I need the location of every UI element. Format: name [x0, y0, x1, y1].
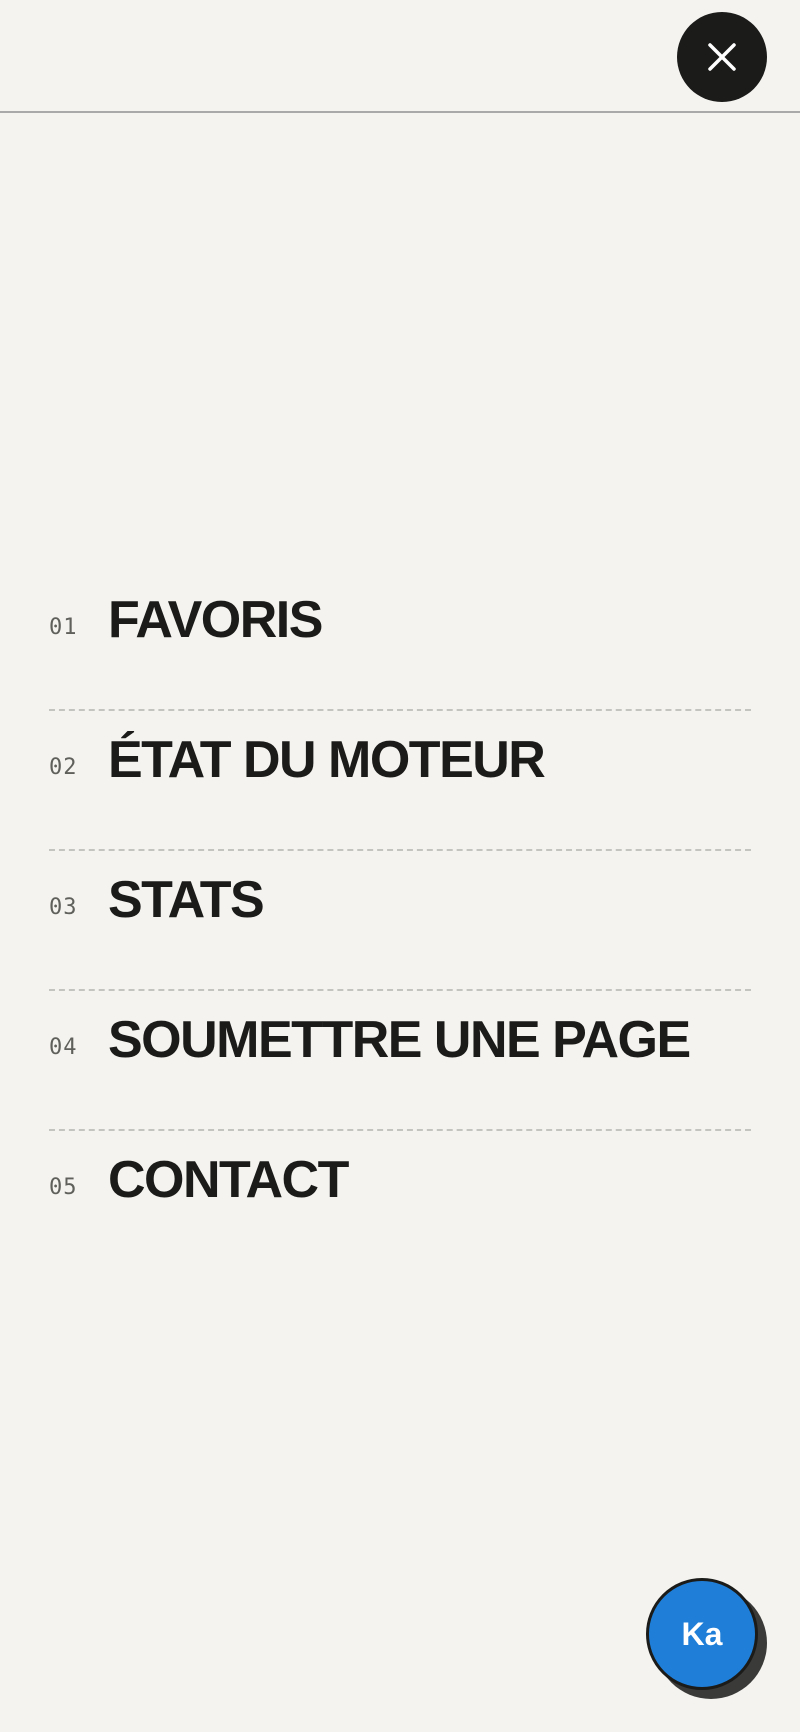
close-icon [708, 43, 736, 71]
menu-item-number: 05 [49, 1175, 78, 1200]
menu-item-number: 02 [49, 755, 78, 780]
menu-item-soumettre-une-page[interactable]: 04 SOUMETTRE UNE PAGE [49, 991, 751, 1131]
menu-item-label: ÉTAT DU MOTEUR [108, 731, 546, 789]
user-avatar-button[interactable]: Ka [646, 1578, 758, 1690]
menu-header [0, 0, 800, 113]
menu-item-label: CONTACT [108, 1151, 349, 1209]
avatar-initials: Ka [681, 1616, 723, 1652]
menu-item-stats[interactable]: 03 STATS [49, 851, 751, 991]
close-button[interactable] [677, 12, 767, 102]
menu-item-number: 03 [49, 895, 78, 920]
menu-item-etat-du-moteur[interactable]: 02 ÉTAT DU MOTEUR [49, 711, 751, 851]
menu-item-number: 04 [49, 1035, 78, 1060]
menu-item-label: SOUMETTRE UNE PAGE [108, 1011, 691, 1069]
menu-item-contact[interactable]: 05 CONTACT [49, 1131, 751, 1271]
main-menu: 01 FAVORIS 02 ÉTAT DU MOTEUR 03 STATS 04… [49, 571, 751, 1271]
menu-item-label: STATS [108, 871, 265, 929]
menu-item-number: 01 [49, 615, 78, 640]
menu-item-favoris[interactable]: 01 FAVORIS [49, 571, 751, 711]
menu-item-label: FAVORIS [108, 591, 323, 649]
